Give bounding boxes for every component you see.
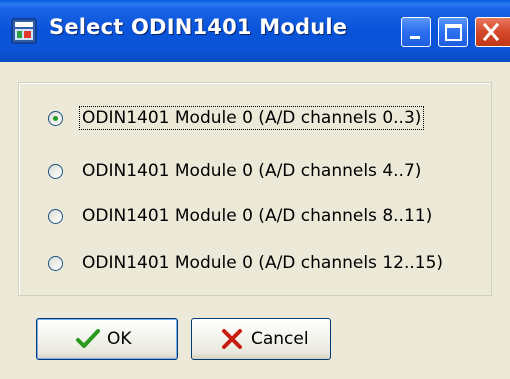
maximize-button[interactable] <box>438 17 468 47</box>
option-label[interactable]: ODIN1401 Module 0 (A/D channels 4..7) <box>80 160 423 182</box>
radio-button[interactable] <box>48 255 63 271</box>
title-bar[interactable]: Select ODIN1401 Module <box>0 0 510 62</box>
radio-button[interactable] <box>48 110 63 126</box>
option-label[interactable]: ODIN1401 Module 0 (A/D channels 0..3) <box>78 106 425 130</box>
close-icon <box>482 22 500 42</box>
radio-button[interactable] <box>48 163 63 179</box>
option-label[interactable]: ODIN1401 Module 0 (A/D channels 8..11) <box>80 205 434 227</box>
cancel-button[interactable]: Cancel <box>191 318 331 360</box>
option-label[interactable]: ODIN1401 Module 0 (A/D channels 12..15) <box>80 252 445 274</box>
ok-button[interactable]: OK <box>36 318 178 360</box>
module-option-1[interactable]: ODIN1401 Module 0 (A/D channels 4..7) <box>48 159 423 183</box>
module-option-0[interactable]: ODIN1401 Module 0 (A/D channels 0..3) <box>48 106 425 130</box>
x-mark-icon <box>222 329 242 349</box>
dialog-window: Select ODIN1401 Module ODIN1401 Module 0… <box>0 0 510 379</box>
module-option-3[interactable]: ODIN1401 Module 0 (A/D channels 12..15) <box>48 251 445 275</box>
radio-selected-dot <box>53 115 58 121</box>
radio-button[interactable] <box>48 208 63 224</box>
checkmark-icon <box>76 329 100 348</box>
minimize-button[interactable] <box>401 17 431 47</box>
module-option-2[interactable]: ODIN1401 Module 0 (A/D channels 8..11) <box>48 204 434 228</box>
cancel-label: Cancel <box>251 329 309 349</box>
window-title: Select ODIN1401 Module <box>49 15 348 39</box>
close-button[interactable] <box>475 17 510 47</box>
minimize-icon <box>410 36 420 39</box>
module-icon <box>11 18 37 44</box>
maximize-icon <box>445 24 462 41</box>
ok-label: OK <box>107 329 132 349</box>
